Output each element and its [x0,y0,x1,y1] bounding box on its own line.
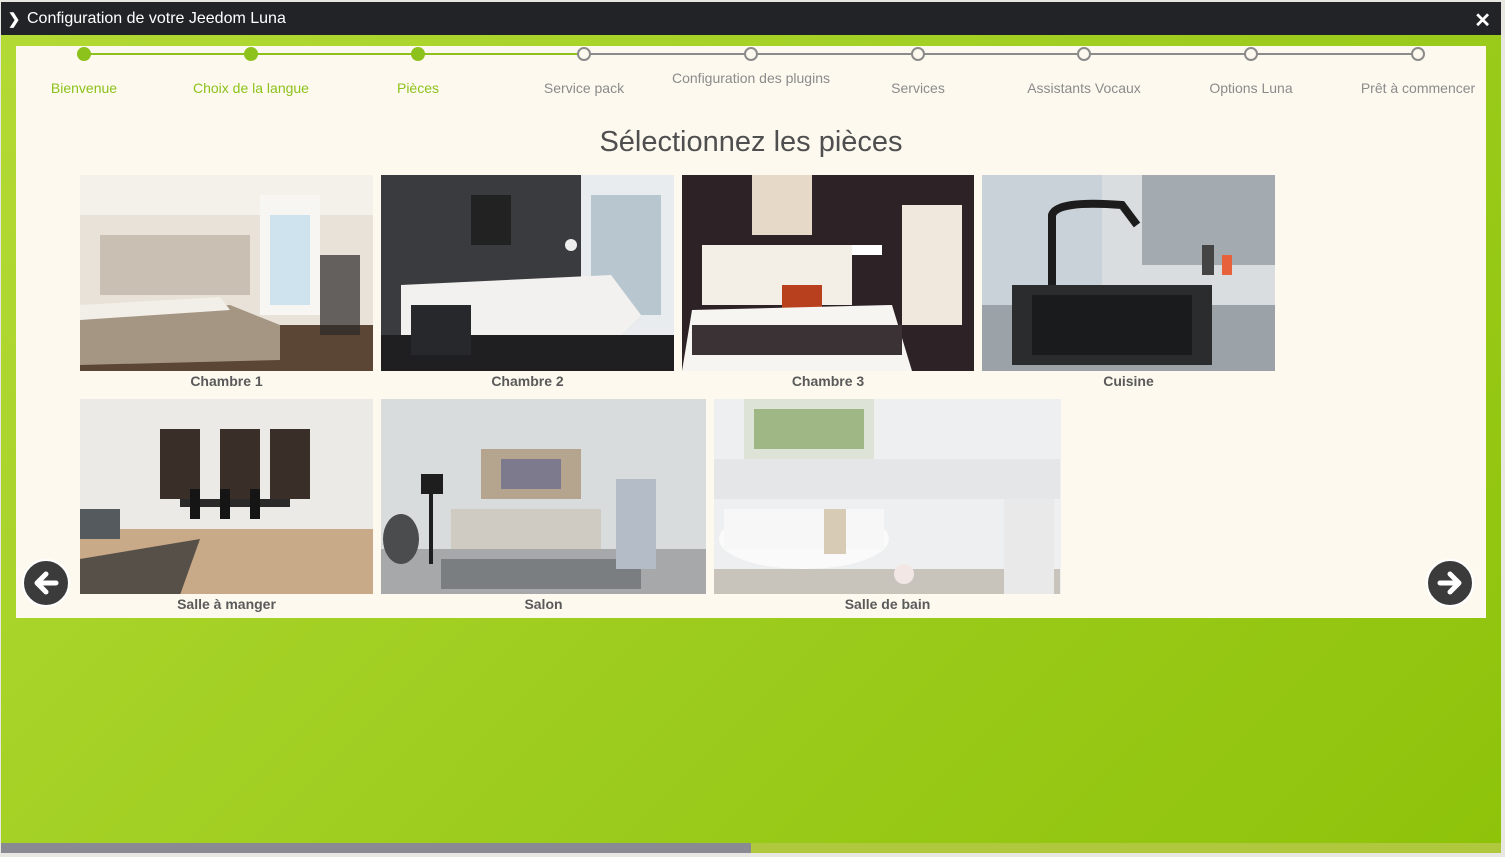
close-icon[interactable]: ✕ [1474,8,1491,33]
step-connector [918,53,1084,55]
room-photo-illustration [682,175,974,371]
step-dot [411,47,425,61]
room-photo [80,399,373,594]
arrow-left-circle-icon [34,571,59,595]
room-tile[interactable]: Salon [381,399,706,620]
step-connector [584,53,751,55]
step-dot [911,47,925,61]
room-photo-illustration [381,175,674,371]
step-label: Options Luna [1209,80,1293,96]
room-label: Salon [524,596,563,612]
step-connector [1251,53,1418,55]
previous-button[interactable] [22,559,70,607]
step-connector [84,53,251,55]
step-label: Choix de la langue [193,80,309,96]
room-label: Chambre 2 [491,373,564,389]
room-photo [381,399,706,594]
window-titlebar: ❯ Configuration de votre Jeedom Luna ✕ [1,2,1501,35]
window-title: Configuration de votre Jeedom Luna [27,9,286,27]
step-label: Services [891,80,945,96]
room-photo-illustration [80,175,373,371]
scrollbar-thumb[interactable] [1,843,751,853]
room-tile[interactable]: Chambre 2 [381,175,674,397]
room-photo [381,175,674,371]
chevron-right-icon: ❯ [7,10,21,28]
room-label: Salle de bain [844,596,931,612]
step-label: Assistants Vocaux [1027,80,1141,96]
room-tile[interactable]: Chambre 1 [80,175,373,397]
room-tile[interactable]: Salle à manger [80,399,373,620]
room-tile[interactable]: Salle de bain [714,399,1061,620]
progress-stepper: Bienvenue Choix de la langue Pièces Service… [16,46,1486,116]
wizard-panel: Bienvenue Choix de la langue Pièces Service… [16,46,1486,618]
step-connector [418,53,584,55]
room-label: Cuisine [1103,373,1154,389]
step-dot [744,47,758,61]
step-label: Bienvenue [50,80,118,96]
step-connector [251,53,418,55]
room-label: Salle à manger [177,596,276,612]
step-dot [1244,47,1258,61]
step-connector [751,53,918,55]
room-photo-illustration [80,399,373,594]
room-tile[interactable]: Cuisine [982,175,1275,397]
step-label: Configuration des plugins [672,70,830,86]
page-heading: Sélectionnez les pièces [599,126,903,158]
step-label: Prêt à commencer [1360,80,1476,96]
step-dot [77,47,91,61]
step-label: Pièces [396,80,440,96]
room-photo [714,399,1061,594]
room-photo [682,175,974,371]
room-photo-illustration [714,399,1061,594]
room-label: Chambre 1 [190,373,263,389]
room-photo [982,175,1275,371]
step-connector [1084,53,1251,55]
room-photo-illustration [982,175,1275,371]
room-photo [80,175,373,371]
step-dot [244,47,258,61]
arrow-right-circle-icon [1437,571,1462,595]
step-dot [577,47,591,61]
room-label: Chambre 3 [791,373,865,389]
step-dot [1077,47,1091,61]
room-photo-illustration [381,399,706,594]
step-label: Service pack [543,80,625,96]
room-tile[interactable]: Chambre 3 [682,175,974,397]
step-dot [1411,47,1425,61]
next-button[interactable] [1426,559,1474,607]
